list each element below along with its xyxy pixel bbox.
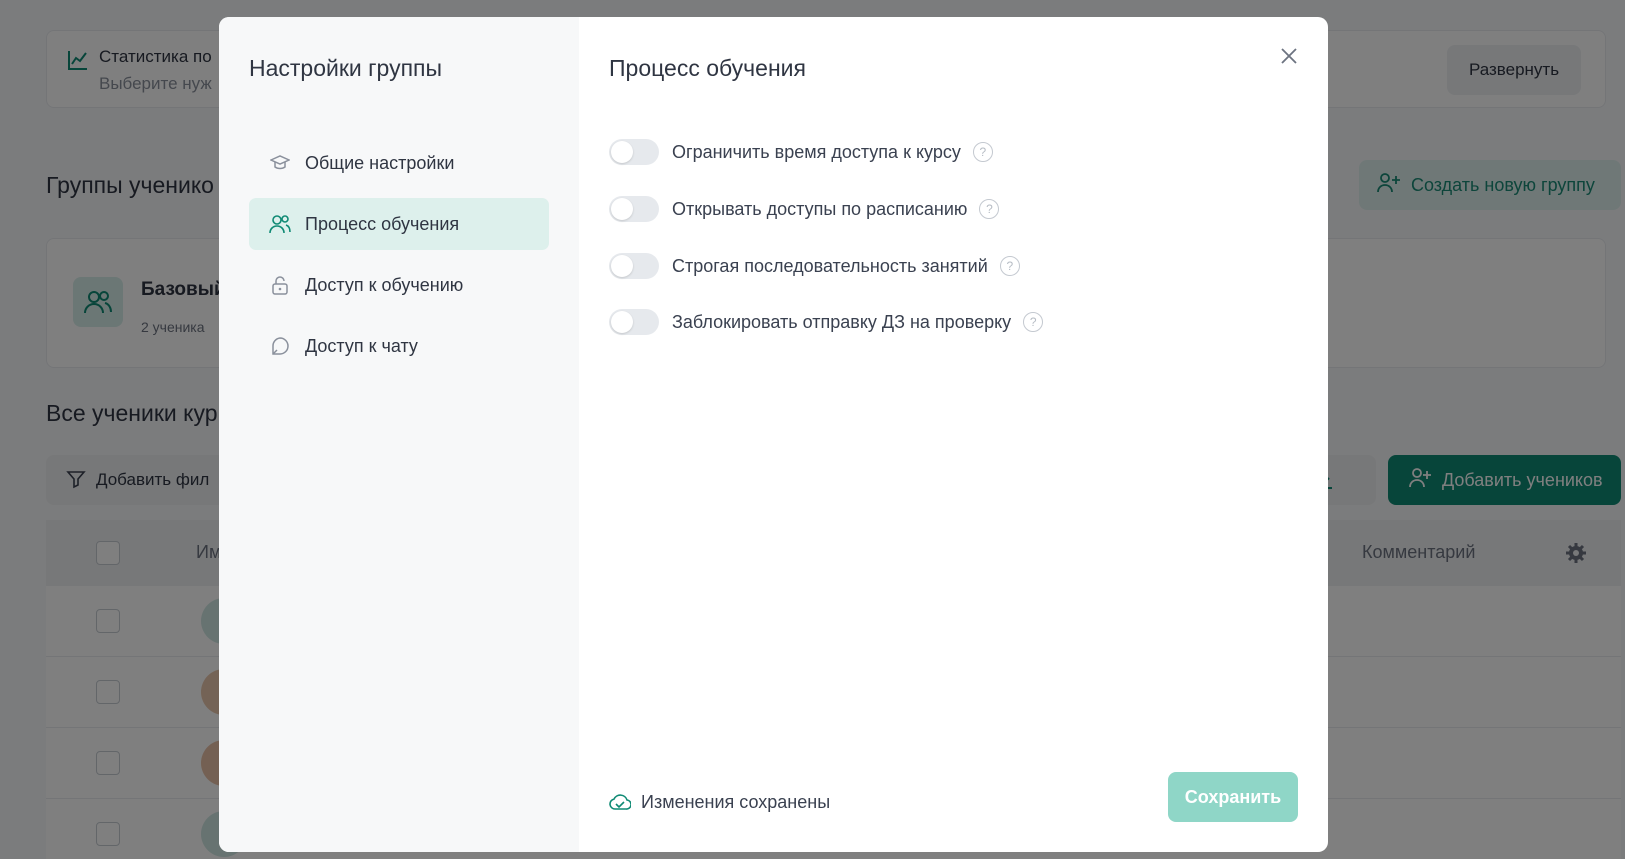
help-icon[interactable]: ?	[972, 142, 993, 162]
close-button[interactable]	[1276, 43, 1302, 69]
modal-sidebar: Настройки группы Общие настройки Процесс…	[219, 17, 579, 852]
save-status: Изменения сохранены	[609, 791, 830, 813]
toggle-knob	[611, 311, 633, 333]
toggle-knob	[611, 255, 633, 277]
close-icon	[1281, 48, 1297, 64]
nav-item-learning-process[interactable]: Процесс обучения	[249, 198, 549, 250]
option-strict-sequence: Строгая последовательность занятий ?	[609, 253, 1020, 279]
nav-item-label: Общие настройки	[305, 152, 455, 173]
option-open-by-schedule: Открывать доступы по расписанию ?	[609, 196, 1000, 222]
cloud-check-icon	[609, 791, 631, 813]
option-label: Заблокировать отправку ДЗ на проверку	[672, 311, 1012, 332]
help-icon[interactable]: ?	[979, 199, 1000, 219]
group-settings-modal: Настройки группы Общие настройки Процесс…	[219, 17, 1328, 852]
nav-item-general-settings[interactable]: Общие настройки	[249, 137, 549, 189]
toggle-switch[interactable]	[609, 139, 659, 165]
option-block-homework: Заблокировать отправку ДЗ на проверку ?	[609, 309, 1044, 335]
toggle-switch[interactable]	[609, 196, 659, 222]
toggle-knob	[611, 198, 633, 220]
nav-item-label: Процесс обучения	[305, 213, 460, 234]
save-status-text: Изменения сохранены	[641, 791, 831, 812]
help-icon[interactable]: ?	[999, 256, 1020, 276]
option-label: Ограничить время доступа к курсу	[672, 141, 961, 162]
toggle-switch[interactable]	[609, 309, 659, 335]
option-limit-access-time: Ограничить время доступа к курсу ?	[609, 139, 993, 165]
option-label: Строгая последовательность занятий	[672, 255, 988, 276]
graduation-cap-icon	[269, 152, 291, 174]
nav-item-label: Доступ к чату	[305, 335, 418, 356]
toggle-switch[interactable]	[609, 253, 659, 279]
help-icon[interactable]: ?	[1023, 312, 1044, 332]
section-title: Процесс обучения	[609, 55, 806, 81]
nav-item-chat-access[interactable]: Доступ к чату	[249, 320, 549, 372]
modal-content: Процесс обучения Ограничить время доступ…	[579, 17, 1328, 852]
toggle-knob	[611, 141, 633, 163]
modal-sidebar-title: Настройки группы	[249, 55, 443, 81]
unlock-icon	[269, 274, 291, 296]
nav-item-learning-access[interactable]: Доступ к обучению	[249, 259, 549, 311]
nav-item-label: Доступ к обучению	[305, 274, 464, 295]
chat-icon	[269, 335, 291, 357]
save-button[interactable]: Сохранить	[1168, 772, 1298, 822]
option-label: Открывать доступы по расписанию	[672, 198, 968, 219]
settings-nav: Общие настройки Процесс обучения Доступ …	[249, 137, 549, 381]
users-icon	[269, 213, 291, 235]
